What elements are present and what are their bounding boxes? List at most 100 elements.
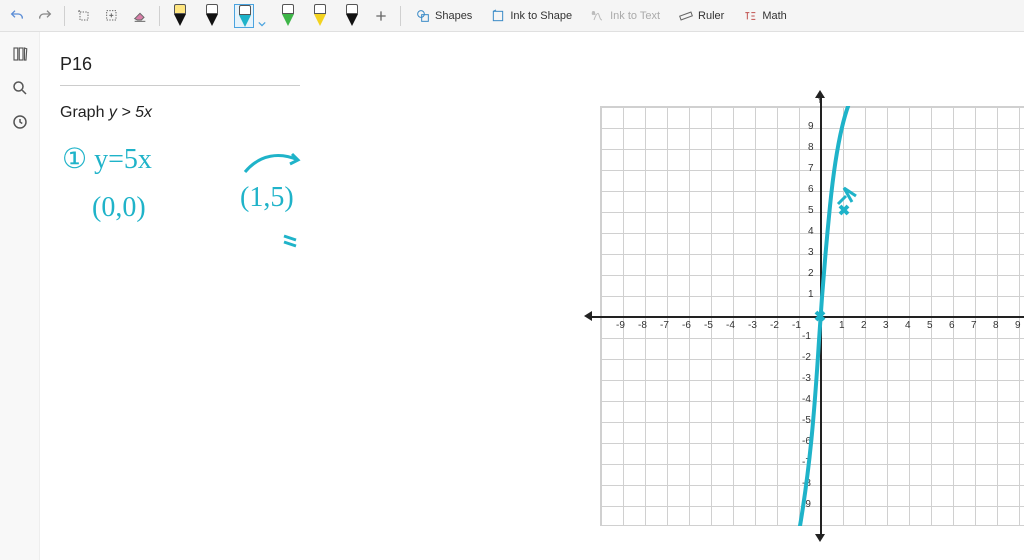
pen-4[interactable]	[306, 3, 334, 29]
ink-point-2[interactable]: (1,5)	[240, 182, 294, 214]
x-tick: 2	[861, 320, 867, 331]
x-tick: 3	[883, 320, 889, 331]
y-tick: -6	[802, 436, 811, 447]
pen-icon	[170, 4, 190, 28]
y-tick: -1	[802, 331, 811, 342]
x-tick: 1	[839, 320, 845, 331]
separator	[64, 6, 65, 26]
coordinate-graph[interactable]: Y X -9-8-7-6-5-4-3-2-1123456789987654321…	[580, 106, 1024, 536]
pen-3[interactable]	[274, 3, 302, 29]
x-tick: 9	[1015, 320, 1021, 331]
ink-step-1[interactable]: ① y=5x	[62, 142, 152, 176]
ruler-label: Ruler	[698, 10, 724, 22]
x-tick: -6	[682, 320, 691, 331]
pen-icon	[234, 4, 254, 28]
y-tick: 5	[808, 205, 814, 216]
prompt-prefix: Graph	[60, 104, 109, 121]
x-tick: -3	[748, 320, 757, 331]
left-rail	[0, 32, 40, 560]
math-icon	[742, 8, 758, 24]
clock-icon	[11, 113, 29, 131]
ink-mark	[280, 230, 310, 250]
shapes-icon	[415, 8, 431, 24]
page-content[interactable]: P16 Graph y > 5x ① y=5x (0,0) (1,5) Y X …	[40, 32, 1024, 560]
ink-arrow	[240, 146, 320, 186]
x-tick: -7	[660, 320, 669, 331]
x-axis	[590, 316, 1024, 318]
x-tick: -9	[616, 320, 625, 331]
shapes-label: Shapes	[435, 10, 472, 22]
pen-icon	[278, 4, 298, 28]
y-tick: 7	[808, 163, 814, 174]
y-tick: -3	[802, 373, 811, 384]
x-tick: 4	[905, 320, 911, 331]
insert-space-button[interactable]	[99, 3, 125, 29]
math-label: Math	[762, 10, 786, 22]
search-button[interactable]	[10, 78, 30, 98]
separator	[159, 6, 160, 26]
ruler-icon	[678, 8, 694, 24]
y-tick: -7	[802, 457, 811, 468]
pen-2[interactable]	[230, 3, 270, 29]
pen-5[interactable]	[338, 3, 366, 29]
lasso-button[interactable]	[71, 3, 97, 29]
pen-0[interactable]	[166, 3, 194, 29]
y-tick: 6	[808, 184, 814, 195]
x-tick: 7	[971, 320, 977, 331]
add-pen-button[interactable]	[368, 3, 394, 29]
y-tick: 9	[808, 121, 814, 132]
eraser-button[interactable]	[127, 3, 153, 29]
y-tick: 8	[808, 142, 814, 153]
shapes-button[interactable]: Shapes	[407, 3, 480, 29]
pen-1[interactable]	[198, 3, 226, 29]
x-tick: 5	[927, 320, 933, 331]
x-tick: 6	[949, 320, 955, 331]
x-tick: 8	[993, 320, 999, 331]
ink-to-text-icon: a	[590, 8, 606, 24]
main-area: P16 Graph y > 5x ① y=5x (0,0) (1,5) Y X …	[0, 32, 1024, 560]
search-icon	[11, 79, 29, 97]
y-tick: 4	[808, 226, 814, 237]
y-tick: 1	[808, 289, 814, 300]
chevron-down-icon	[258, 17, 266, 31]
redo-button[interactable]	[32, 3, 58, 29]
y-tick: -9	[802, 499, 811, 510]
svg-text:a: a	[592, 10, 595, 16]
x-tick: -2	[770, 320, 779, 331]
ruler-button[interactable]: Ruler	[670, 3, 732, 29]
ink-to-shape-icon	[490, 8, 506, 24]
y-tick: -5	[802, 415, 811, 426]
eraser-icon	[132, 8, 148, 24]
insert-space-icon	[104, 8, 120, 24]
ribbon-toolbar: Shapes Ink to Shape a Ink to Text Ruler …	[0, 0, 1024, 32]
prompt-expression: y > 5x	[109, 104, 152, 121]
y-tick: -2	[802, 352, 811, 363]
title-underline	[60, 85, 300, 86]
grid: X -9-8-7-6-5-4-3-2-1123456789987654321-1…	[600, 106, 1024, 526]
recent-button[interactable]	[10, 112, 30, 132]
pen-icon	[310, 4, 330, 28]
ink-to-shape-button[interactable]: Ink to Shape	[482, 3, 580, 29]
y-tick: -8	[802, 478, 811, 489]
y-tick: 3	[808, 247, 814, 258]
y-tick: 2	[808, 268, 814, 279]
page-title[interactable]: P16	[60, 50, 300, 79]
pen-icon	[202, 4, 222, 28]
x-tick: -4	[726, 320, 735, 331]
undo-button[interactable]	[4, 3, 30, 29]
ink-point-1[interactable]: (0,0)	[92, 192, 146, 224]
title-block: P16	[60, 50, 300, 86]
math-button[interactable]: Math	[734, 3, 794, 29]
x-tick: -5	[704, 320, 713, 331]
plus-icon	[373, 8, 389, 24]
ink-to-text-label: Ink to Text	[610, 10, 660, 22]
y-tick: -4	[802, 394, 811, 405]
nav-button[interactable]	[10, 44, 30, 64]
undo-icon	[9, 8, 25, 24]
arrow-left-icon	[584, 311, 592, 321]
separator	[400, 6, 401, 26]
ink-to-text-button[interactable]: a Ink to Text	[582, 3, 668, 29]
lasso-icon	[76, 8, 92, 24]
redo-icon	[37, 8, 53, 24]
x-tick: -1	[792, 320, 801, 331]
